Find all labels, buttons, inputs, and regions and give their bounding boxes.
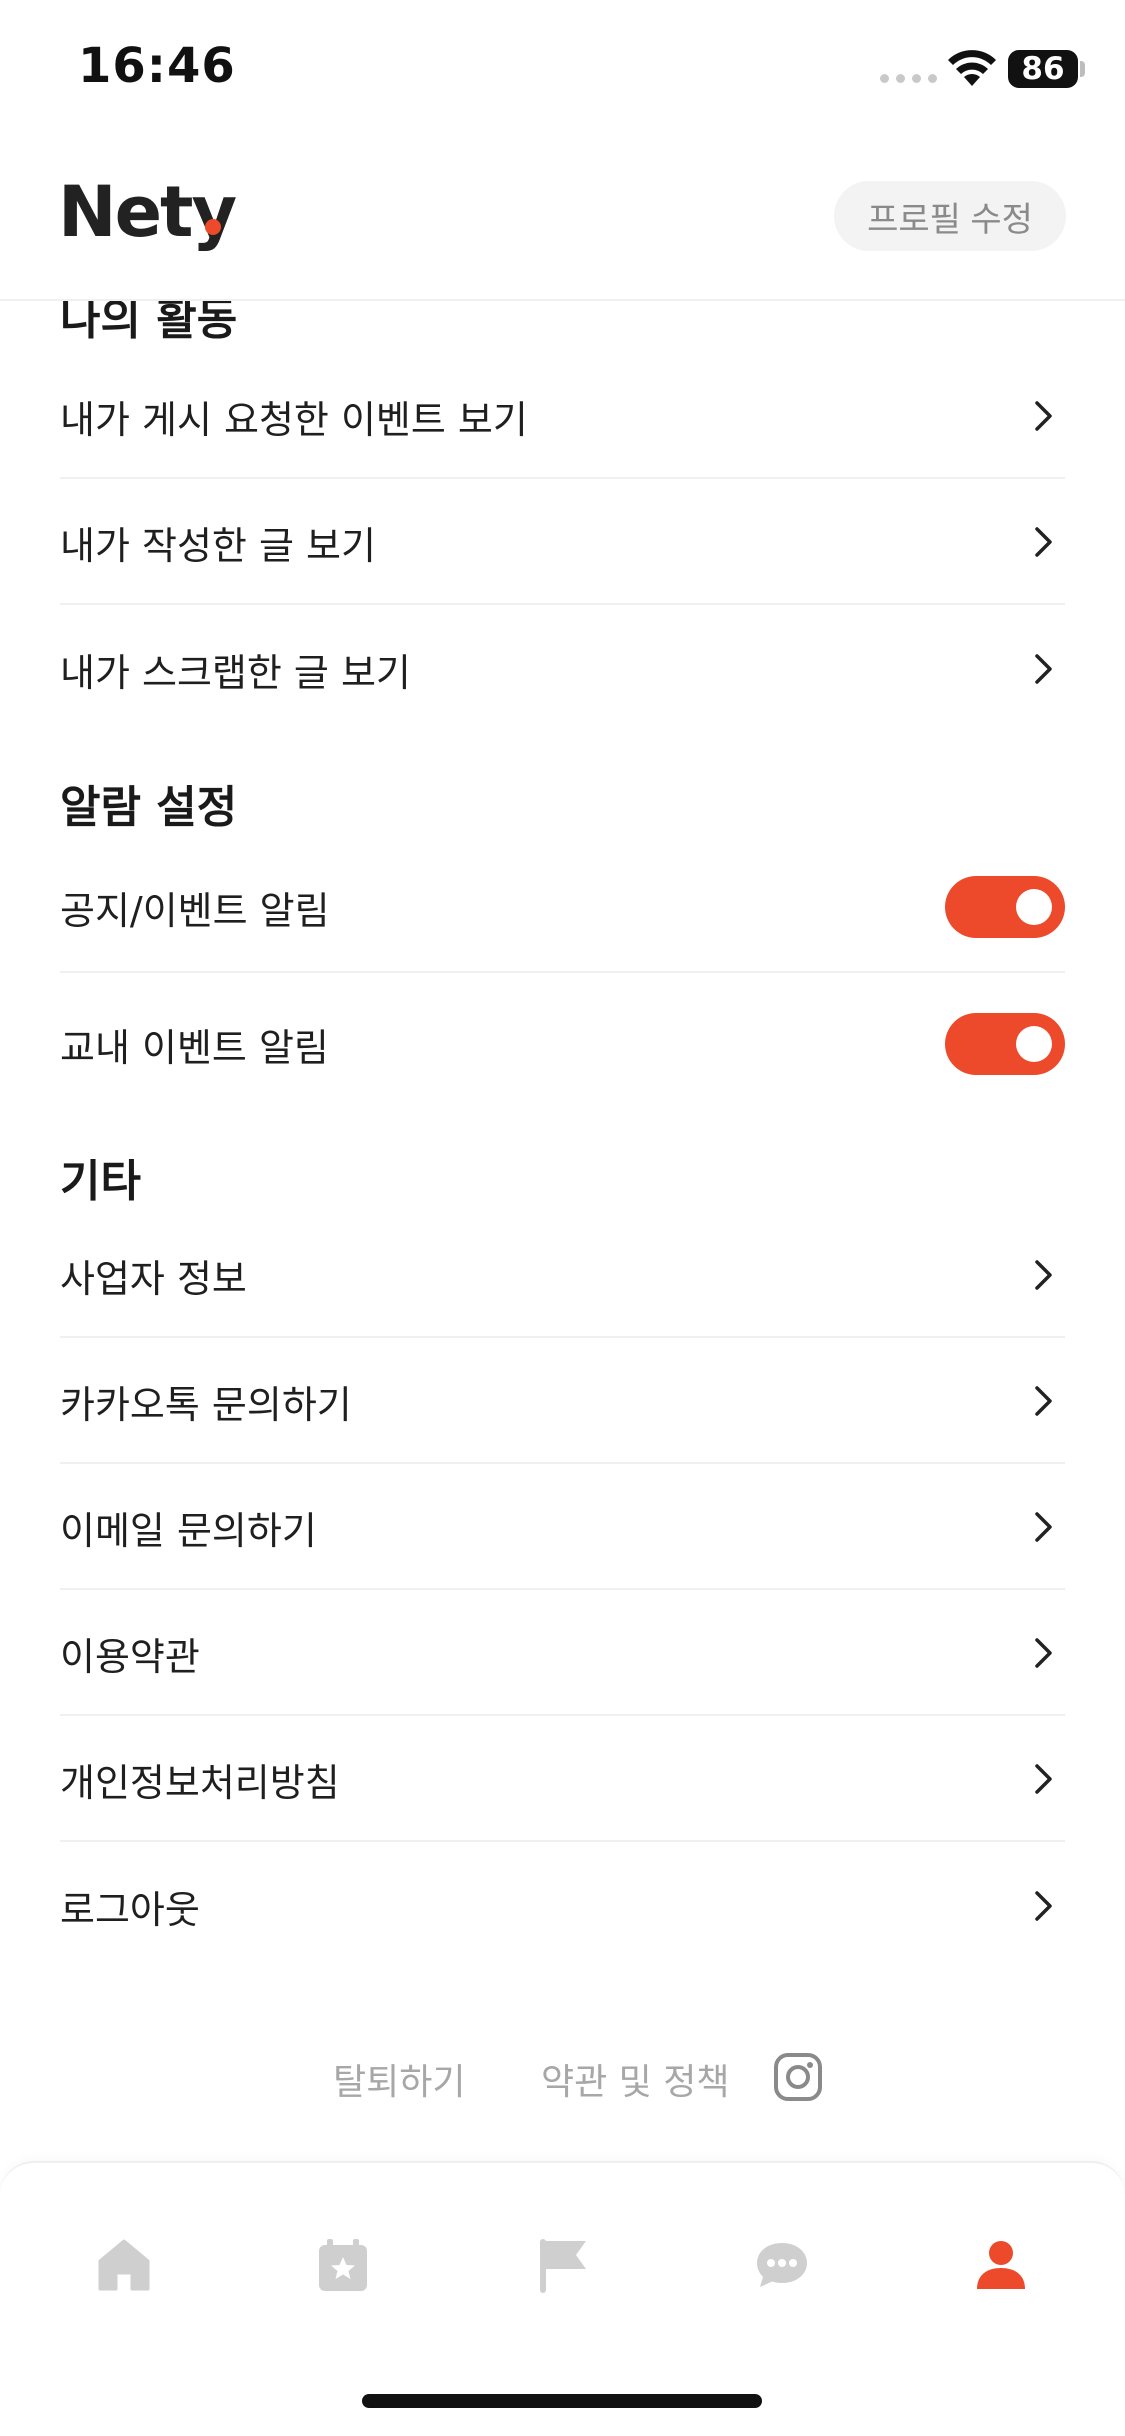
menu-item-label: 이메일 문의하기 [60, 1508, 317, 1553]
tab-chat[interactable] [742, 2225, 822, 2305]
menu-item-label: 내가 게시 요청한 이벤트 보기 [60, 397, 528, 442]
app-header: Nety 프로필 수정 [0, 135, 1125, 301]
setting-label: 공지/이벤트 알림 [60, 888, 330, 933]
chevron-right-icon [1035, 1638, 1052, 1668]
terms-policy-link[interactable]: 약관 및 정책 [541, 2053, 730, 2105]
tab-calendar[interactable] [303, 2225, 383, 2305]
setting-notice-event-alert: 공지/이벤트 알림 [60, 843, 1065, 973]
menu-item-scrapped-posts[interactable]: 내가 스크랩한 글 보기 [60, 607, 1065, 731]
menu-item-kakao-inquiry[interactable]: 카카오톡 문의하기 [60, 1340, 1065, 1464]
app-logo: Nety [58, 171, 237, 253]
setting-label: 교내 이벤트 알림 [60, 1025, 329, 1070]
chevron-right-icon [1035, 654, 1052, 684]
notice-event-alert-toggle[interactable] [945, 876, 1065, 938]
chevron-right-icon [1035, 527, 1052, 557]
section-title-notifications: 알람 설정 [60, 782, 238, 833]
menu-item-privacy-policy[interactable]: 개인정보처리방침 [60, 1718, 1065, 1842]
status-bar: 16:46 86 [0, 0, 1125, 135]
campus-event-alert-toggle[interactable] [945, 1013, 1065, 1075]
section-title-etc: 기타 [60, 1156, 141, 1207]
tab-flag[interactable] [522, 2225, 602, 2305]
menu-item-terms-of-use[interactable]: 이용약관 [60, 1592, 1065, 1716]
instagram-icon[interactable] [772, 2051, 824, 2103]
menu-item-label: 사업자 정보 [60, 1256, 247, 1301]
chevron-right-icon [1035, 1260, 1052, 1290]
battery-indicator: 86 [1008, 50, 1078, 88]
edit-profile-button[interactable]: 프로필 수정 [834, 181, 1066, 251]
logo-dot [205, 219, 221, 235]
calendar-star-icon [319, 2239, 367, 2291]
section-title-activity: 나의 활동 [60, 301, 238, 345]
menu-item-my-posts[interactable]: 내가 작성한 글 보기 [60, 481, 1065, 605]
chevron-right-icon [1035, 1891, 1052, 1921]
chevron-right-icon [1035, 1386, 1052, 1416]
battery-tip [1080, 61, 1085, 77]
withdraw-link[interactable]: 탈퇴하기 [333, 2053, 465, 2105]
chevron-right-icon [1035, 1512, 1052, 1542]
settings-content[interactable]: 나의 활동 내가 게시 요청한 이벤트 보기 내가 작성한 글 보기 내가 스크… [0, 301, 1125, 2161]
chat-bubble-icon [757, 2243, 807, 2287]
menu-item-business-info[interactable]: 사업자 정보 [60, 1214, 1065, 1338]
home-icon [98, 2239, 150, 2291]
menu-item-requested-events[interactable]: 내가 게시 요청한 이벤트 보기 [60, 355, 1065, 479]
setting-campus-event-alert: 교내 이벤트 알림 [60, 979, 1065, 1109]
menu-item-label: 이용약관 [60, 1634, 200, 1679]
cellular-signal-icon [880, 74, 937, 83]
menu-item-label: 개인정보처리방침 [60, 1760, 340, 1805]
tab-home[interactable] [84, 2225, 164, 2305]
menu-item-label: 내가 스크랩한 글 보기 [60, 650, 411, 695]
chevron-right-icon [1035, 401, 1052, 431]
toggle-knob [1016, 889, 1052, 925]
home-indicator [362, 2394, 762, 2408]
toggle-knob [1016, 1026, 1052, 1062]
chevron-right-icon [1035, 1764, 1052, 1794]
flag-icon [540, 2239, 586, 2293]
footer-links: 탈퇴하기 약관 및 정책 [0, 2045, 1125, 2115]
wifi-icon [948, 50, 996, 86]
menu-item-logout[interactable]: 로그아웃 [60, 1844, 1065, 1968]
person-icon [977, 2241, 1025, 2289]
menu-item-label: 카카오톡 문의하기 [60, 1382, 352, 1427]
tab-profile[interactable] [961, 2225, 1041, 2305]
status-time: 16:46 [78, 38, 236, 94]
menu-item-label: 로그아웃 [60, 1887, 200, 1932]
menu-item-label: 내가 작성한 글 보기 [60, 523, 376, 568]
menu-item-email-inquiry[interactable]: 이메일 문의하기 [60, 1466, 1065, 1590]
